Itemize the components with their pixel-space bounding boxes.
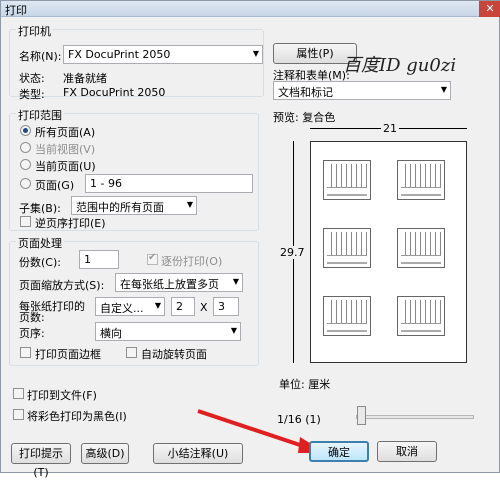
page-slider-thumb[interactable] bbox=[357, 406, 366, 425]
radio-pages[interactable] bbox=[20, 178, 31, 189]
preview-thumbnail bbox=[323, 296, 371, 336]
columns-input[interactable]: 2 bbox=[171, 297, 195, 316]
advanced-button[interactable]: 高级(D) bbox=[81, 443, 129, 464]
print-border-checkbox[interactable] bbox=[20, 347, 31, 358]
reverse-pages-label: 逆页序打印(E) bbox=[35, 217, 106, 230]
printer-name-label: 名称(N): bbox=[19, 50, 62, 63]
width-dimension-label: 21 bbox=[381, 122, 399, 135]
pages-per-sheet-label: 每张纸打印的页数: bbox=[19, 300, 85, 324]
current-view-label: 当前视图(V) bbox=[35, 143, 96, 156]
autorotate-label: 自动旋转页面 bbox=[141, 348, 207, 361]
window-title: 打印 bbox=[5, 4, 27, 17]
printer-name-select[interactable]: FX DocuPrint 2050 bbox=[63, 45, 263, 64]
preview-thumbnail bbox=[397, 228, 445, 268]
pages-label: 页面(G) bbox=[35, 179, 75, 192]
print-dialog: 打印 ✕ 打印机 名称(N): FX DocuPrint 2050 状态: 准备… bbox=[0, 0, 500, 479]
print-to-file-checkbox[interactable] bbox=[13, 388, 24, 399]
all-pages-label: 所有页面(A) bbox=[35, 126, 96, 139]
page-order-select[interactable]: 横向 bbox=[95, 322, 241, 341]
cancel-button[interactable]: 取消 bbox=[377, 441, 437, 462]
print-black-checkbox[interactable] bbox=[13, 409, 24, 420]
unit-label: 单位: 厘米 bbox=[279, 378, 331, 391]
ok-button[interactable]: 确定 bbox=[309, 441, 369, 462]
page-handling-label: 页面处理 bbox=[16, 235, 64, 251]
status-label: 状态: bbox=[19, 72, 45, 85]
preview-thumbnail bbox=[397, 160, 445, 200]
page-order-label: 页序: bbox=[19, 327, 45, 340]
comments-forms-select[interactable]: 文档和标记 bbox=[273, 81, 451, 100]
print-to-file-label: 打印到文件(F) bbox=[27, 389, 97, 402]
collate-checkbox[interactable] bbox=[147, 252, 158, 265]
current-page-label: 当前页面(U) bbox=[35, 160, 96, 173]
preview-thumbnail bbox=[323, 160, 371, 200]
rows-input[interactable]: 3 bbox=[213, 297, 239, 316]
collate-label: 逐份打印(O) bbox=[161, 255, 223, 268]
scaling-select[interactable]: 在每张纸上放置多页 bbox=[115, 273, 243, 292]
print-black-label: 将彩色打印为黑色(I) bbox=[27, 410, 127, 423]
preview-label: 预览: 复合色 bbox=[273, 111, 336, 124]
subset-label: 子集(B): bbox=[19, 202, 61, 215]
type-value: FX DocuPrint 2050 bbox=[63, 86, 166, 99]
print-border-label: 打印页面边框 bbox=[35, 348, 101, 361]
copies-stepper[interactable]: 1 bbox=[79, 250, 119, 269]
scaling-label: 页面缩放方式(S): bbox=[19, 279, 105, 292]
autorotate-checkbox[interactable] bbox=[126, 347, 137, 358]
watermark-text: 百度ID gu0zi bbox=[343, 55, 457, 76]
print-tips-button[interactable]: 打印提示(T) bbox=[11, 443, 71, 479]
times-sign: X bbox=[200, 301, 208, 314]
subset-select[interactable]: 范围中的所有页面 bbox=[71, 196, 197, 215]
title-bar: 打印 ✕ bbox=[1, 1, 500, 17]
print-range-label: 打印范围 bbox=[16, 107, 64, 123]
page-preview bbox=[310, 141, 467, 363]
close-icon[interactable]: ✕ bbox=[479, 1, 500, 17]
page-slider-track[interactable] bbox=[356, 415, 474, 419]
radio-current-page[interactable] bbox=[20, 159, 31, 170]
pages-per-sheet-select[interactable]: 自定义... bbox=[95, 297, 165, 316]
preview-thumbnail bbox=[323, 228, 371, 268]
summarize-comments-button[interactable]: 小结注释(U) bbox=[153, 443, 243, 464]
preview-thumbnail bbox=[397, 296, 445, 336]
printer-group-label: 打印机 bbox=[16, 23, 53, 39]
reverse-pages-checkbox[interactable] bbox=[20, 216, 31, 227]
pages-range-input[interactable]: 1 - 96 bbox=[85, 174, 253, 193]
type-label: 类型: bbox=[19, 88, 45, 101]
status-value: 准备就绪 bbox=[63, 72, 107, 85]
radio-all-pages[interactable] bbox=[20, 125, 31, 136]
height-dimension-label: 29.7 bbox=[280, 246, 305, 259]
copies-label: 份数(C): bbox=[19, 256, 61, 269]
radio-current-view[interactable] bbox=[20, 142, 31, 153]
